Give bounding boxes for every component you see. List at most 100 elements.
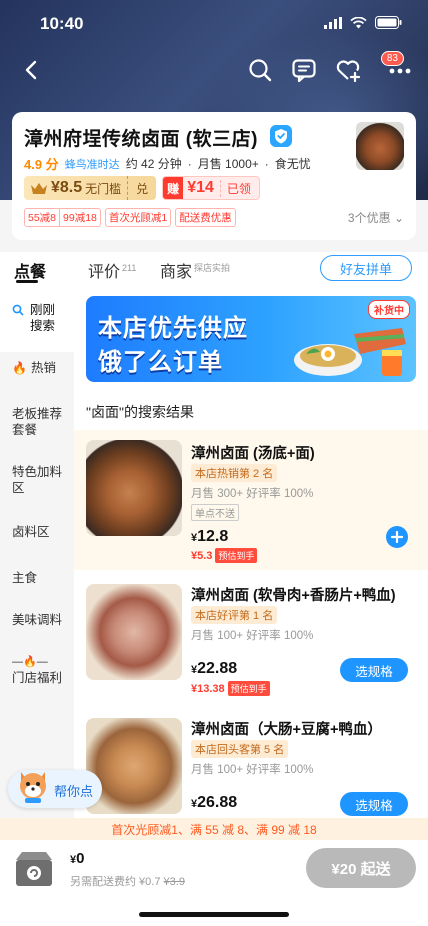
dish-sales: 月售 100+ 好评率 100% [191, 630, 314, 642]
tab-merchant[interactable]: 商家 探店实拍 [160, 258, 230, 282]
sidebar-item-label: 门店福利 [12, 671, 63, 685]
promo-tag: 55减8 [28, 212, 57, 224]
estimated-price-value: ¥13.38 [191, 682, 225, 695]
plus-icon [391, 531, 403, 543]
earn-tag: 赚 [163, 177, 184, 199]
group-order-button[interactable]: 好友拼单 [320, 255, 412, 281]
coupon-value: ¥8.5 [51, 179, 83, 196]
discount-hint-bar: 首次光顾减1、满 55 减 8、满 99 减 18 [0, 818, 428, 840]
dish-image[interactable] [86, 440, 182, 536]
delivery-fee-label: 另需配送费约 ¥0.7 [70, 876, 161, 888]
more-menu-button[interactable]: 83 [380, 51, 416, 84]
dish-sales: 月售 100+ 好评率 100% [191, 764, 314, 776]
top-nav: 83 [0, 51, 428, 88]
promo-tag: 配送费优惠 [175, 208, 236, 227]
dish-rank-badge: 本店好评第 1 名 [191, 606, 278, 624]
wifi-icon [350, 16, 367, 28]
tab-order[interactable]: 点餐 [14, 258, 46, 282]
help-order-button[interactable]: 帮你点 [8, 770, 102, 808]
coupon-value: ¥14 [187, 179, 214, 196]
dish-price-value: 22.88 [197, 660, 238, 677]
sidebar-item-label: 刚刚搜索 [30, 303, 56, 333]
food-safety-tag: 食无忧 [274, 157, 311, 171]
dish-estimated-price: ¥13.38 预估到手 [191, 681, 270, 696]
delivery-brand: 蜂鸟准时达 [64, 158, 120, 171]
delivery-fee-original: ¥3.9 [163, 876, 185, 888]
crown-icon [31, 183, 47, 194]
favorite-add-icon[interactable] [334, 56, 362, 84]
search-result-title: "卤面"的搜索结果 [86, 404, 194, 420]
promo-tag: 首次光顾减1 [104, 208, 172, 227]
dish-name: 漳州卤面 (汤底+面) [191, 446, 315, 462]
store-info-card: 漳州府埕传统卤面 (软三店) 4.9 分 蜂鸟准时达 约 42 分钟 · 月售 … [12, 112, 416, 240]
store-logo-image[interactable] [356, 122, 404, 170]
search-icon[interactable] [246, 56, 274, 84]
promo-tag: 99减18 [59, 209, 100, 226]
sidebar-item-special-topping[interactable]: 特色加料区 [0, 464, 64, 496]
dish-name: 漳州卤面（大肠+豆腐+鸭血） [191, 722, 382, 738]
message-icon[interactable] [290, 56, 318, 84]
sidebar-item-hot[interactable]: 🔥 热销 [0, 360, 74, 376]
dish-price-value: 26.88 [197, 794, 238, 811]
dish-price-value: 12.8 [197, 528, 229, 545]
checkout-button[interactable]: ¥20 起送 [306, 848, 416, 888]
sidebar-item-recent-search[interactable]: 刚刚搜索 [0, 288, 74, 352]
cart-bar: ¥0 另需配送费约 ¥0.7 ¥3.9 ¥20 起送 [0, 840, 428, 926]
coupon-status: 已领 [219, 179, 251, 197]
sidebar-item-seasoning[interactable]: 美味调料 [0, 612, 74, 628]
sidebar-item-boss-set[interactable]: 老板推荐套餐 [0, 406, 64, 438]
earn-coupon[interactable]: 赚 ¥14 已领 [162, 176, 260, 200]
cart-total: ¥0 [70, 850, 85, 867]
menu-item[interactable]: 漳州卤面 (软骨肉+香肠片+鸭血) 本店好评第 1 名 月售 100+ 好评率 … [74, 578, 428, 708]
category-sidebar: 刚刚搜索 🔥 热销 老板推荐套餐 特色加料区 卤料区 主食 美味调料 —🔥— 门店… [0, 288, 74, 818]
coupon-desc: 无门槛 [85, 181, 122, 196]
reviews-count: 211 [122, 262, 137, 273]
choose-spec-button[interactable]: 选规格 [340, 792, 408, 816]
delivery-time: 约 42 分钟 [125, 157, 182, 171]
back-arrow-icon[interactable] [18, 56, 46, 84]
monthly-sales: 月售 1000+ [197, 157, 259, 171]
merchant-subtitle: 探店实拍 [194, 262, 231, 273]
tab-merchant-label: 商家 [160, 264, 193, 281]
fire-icon: 🔥 [23, 656, 37, 668]
status-bar: 10:40 [0, 0, 428, 48]
dish-image[interactable] [86, 718, 182, 814]
sidebar-item-label: 热销 [30, 361, 56, 375]
add-to-cart-button[interactable] [386, 526, 408, 548]
tab-reviews[interactable]: 评价 211 [88, 258, 136, 282]
verified-shield-icon [270, 125, 292, 147]
dish-price: ¥26.88 [191, 794, 238, 811]
tab-reviews-label: 评价 [88, 264, 121, 281]
promo-tags[interactable]: 55减8 99减18 首次光顾减1 配送费优惠 [24, 208, 236, 227]
search-icon [12, 304, 24, 316]
dish-price: ¥12.8 [191, 528, 229, 545]
more-promos-link[interactable]: 3个优惠 ⌄ [348, 209, 404, 226]
sidebar-item-staple[interactable]: 主食 [0, 570, 74, 586]
menu-item[interactable]: 漳州卤面（大肠+豆腐+鸭血） 本店回头客第 5 名 月售 100+ 好评率 10… [74, 712, 428, 818]
sidebar-item-braised[interactable]: 卤料区 [0, 524, 74, 540]
help-order-label: 帮你点 [54, 784, 94, 799]
notification-badge: 83 [380, 51, 404, 66]
banner-line2: 饿了么订单 [98, 349, 223, 376]
dish-image[interactable] [86, 584, 182, 680]
no-threshold-coupon[interactable]: ¥8.5 无门槛 兑 [24, 176, 157, 200]
store-rating: 4.9 分 [24, 157, 59, 172]
promo-banner[interactable]: 本店优先供应 饿了么订单 补货中 [86, 296, 416, 382]
dish-name: 漳州卤面 (软骨肉+香肠片+鸭血) [191, 588, 396, 604]
choose-spec-button[interactable]: 选规格 [340, 658, 408, 682]
cart-box-icon[interactable] [12, 848, 56, 890]
food-illustration-icon [294, 328, 406, 376]
dish-price: ¥22.88 [191, 660, 238, 677]
cart-total-value: 0 [76, 850, 85, 867]
sidebar-item-store-welfare[interactable]: —🔥— 门店福利 [0, 654, 74, 686]
status-time: 10:40 [40, 14, 84, 33]
menu-content: 本店优先供应 饿了么订单 补货中 "卤面"的搜索结果 漳州卤面 (汤底+面) 本… [74, 288, 428, 818]
banner-line1: 本店优先供应 [98, 315, 248, 342]
redeem-button[interactable]: 兑 [127, 176, 156, 200]
delivery-fee-note: 另需配送费约 ¥0.7 ¥3.9 [70, 873, 185, 889]
mascot-dog-icon [20, 772, 46, 803]
store-name: 漳州府埕传统卤面 (软三店) [24, 129, 258, 150]
more-promos-label: 3个优惠 [347, 211, 391, 225]
store-tabs: 点餐 评价 211 商家 探店实拍 好友拼单 [0, 252, 428, 288]
menu-item[interactable]: 漳州卤面 (汤底+面) 本店热销第 2 名 月售 300+ 好评率 100% 单… [74, 430, 428, 570]
